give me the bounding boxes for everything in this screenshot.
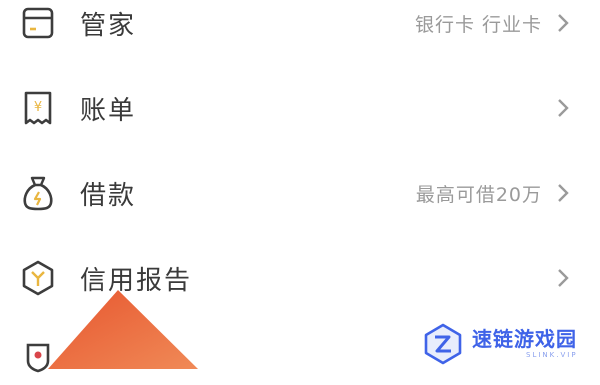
chevron-right-icon — [556, 182, 570, 204]
menu-item-label: 借款 — [80, 180, 137, 211]
menu-item-zhangdan[interactable]: ¥ 账单 — [0, 78, 600, 138]
menu-item-hint: 银行卡 行业卡 — [414, 13, 542, 36]
pointer-arrow — [48, 290, 198, 369]
watermark-logo-icon — [424, 323, 462, 364]
watermark-subtitle: SLINK.VIP — [526, 350, 578, 359]
receipt-yen-icon: ¥ — [18, 88, 58, 128]
menu-item-hint: 最高可借20万 — [415, 183, 542, 206]
money-bag-icon — [18, 173, 58, 213]
watermark: 速链游戏园 SLINK.VIP — [402, 318, 600, 369]
menu-item-label: 管家 — [80, 10, 137, 41]
menu-item-label: 账单 — [80, 95, 137, 126]
chevron-right-icon — [556, 12, 570, 34]
wallet-card-icon — [18, 3, 58, 43]
menu-item-guanjia[interactable]: 管家 银行卡 行业卡 — [0, 0, 600, 53]
watermark-title: 速链游戏园 — [472, 326, 577, 351]
chevron-right-icon — [556, 97, 570, 119]
menu-item-jiekuan[interactable]: 借款 最高可借20万 — [0, 163, 600, 223]
svg-text:¥: ¥ — [34, 100, 42, 115]
chevron-right-icon — [556, 267, 570, 289]
